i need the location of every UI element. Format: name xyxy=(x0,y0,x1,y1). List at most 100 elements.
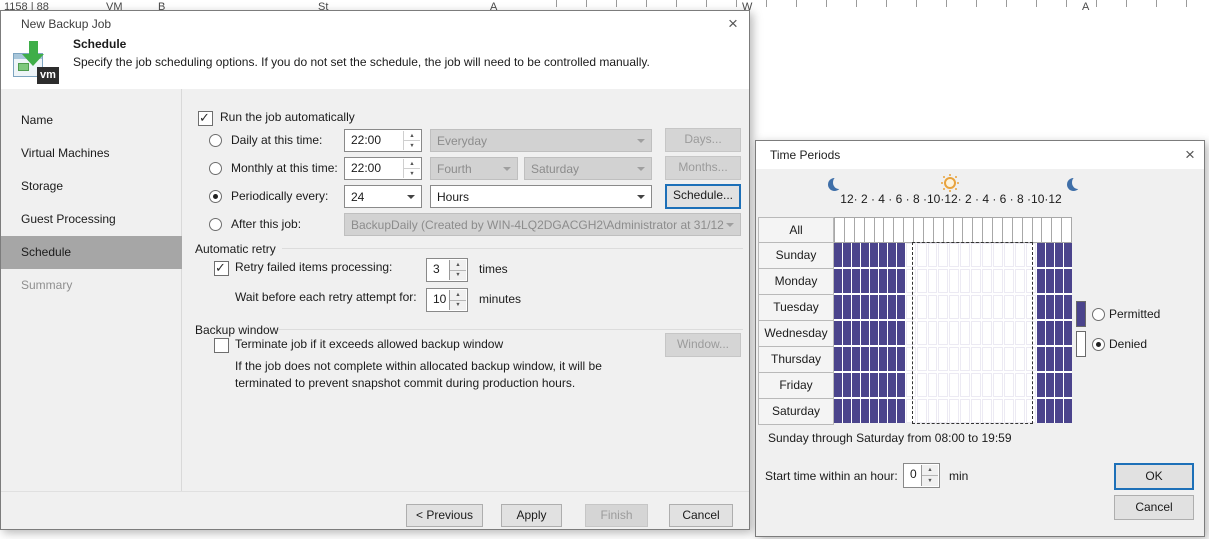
wait-minutes-spinner[interactable]: ▲▼ xyxy=(449,290,466,310)
time-cell[interactable] xyxy=(843,269,851,293)
time-cell[interactable] xyxy=(888,399,896,423)
time-cell[interactable] xyxy=(861,295,869,319)
time-cell[interactable] xyxy=(888,321,896,345)
retry-count-spinner[interactable]: ▲▼ xyxy=(449,260,466,280)
time-cell[interactable] xyxy=(879,321,887,345)
hour-column-button[interactable] xyxy=(835,218,845,242)
time-cell[interactable] xyxy=(843,399,851,423)
time-cell[interactable] xyxy=(834,347,842,371)
hour-column-button[interactable] xyxy=(875,218,885,242)
time-cell[interactable] xyxy=(870,399,878,423)
hour-column-button[interactable] xyxy=(914,218,924,242)
daily-time-input[interactable]: 22:00 ▲▼ xyxy=(344,129,422,152)
hour-column-button[interactable] xyxy=(963,218,973,242)
time-cell[interactable] xyxy=(1055,295,1063,319)
time-cell[interactable] xyxy=(852,295,860,319)
sidebar-item-name[interactable]: Name xyxy=(1,104,182,137)
time-cell[interactable] xyxy=(888,295,896,319)
time-cell[interactable] xyxy=(879,269,887,293)
day-button-tuesday[interactable]: Tuesday xyxy=(758,294,834,321)
cancel-button[interactable]: Cancel xyxy=(669,504,733,527)
hour-column-button[interactable] xyxy=(993,218,1003,242)
finish-button[interactable]: Finish xyxy=(585,504,648,527)
day-button-friday[interactable]: Friday xyxy=(758,372,834,399)
close-icon[interactable]: × xyxy=(1180,145,1200,165)
time-cell[interactable] xyxy=(843,373,851,397)
time-cell[interactable] xyxy=(1046,269,1054,293)
apply-button[interactable]: Apply xyxy=(501,504,562,527)
monthly-weekday-select[interactable]: Saturday xyxy=(524,157,652,180)
day-button-thursday[interactable]: Thursday xyxy=(758,346,834,373)
hour-column-button[interactable] xyxy=(954,218,964,242)
day-button-sunday[interactable]: Sunday xyxy=(758,242,834,269)
time-cell[interactable] xyxy=(1064,243,1072,267)
time-cell[interactable] xyxy=(852,347,860,371)
hour-column-button[interactable] xyxy=(865,218,875,242)
daily-period-select[interactable]: Everyday xyxy=(430,129,652,152)
time-cell[interactable] xyxy=(897,321,905,345)
ok-button[interactable]: OK xyxy=(1114,463,1194,490)
hour-column-button[interactable] xyxy=(973,218,983,242)
time-cell[interactable] xyxy=(897,347,905,371)
all-button[interactable]: All xyxy=(758,217,834,243)
monthly-radio[interactable] xyxy=(209,162,222,175)
permitted-radio[interactable] xyxy=(1092,308,1105,321)
day-button-saturday[interactable]: Saturday xyxy=(758,398,834,425)
time-cell[interactable] xyxy=(1055,347,1063,371)
time-cell[interactable] xyxy=(861,399,869,423)
hour-column-button[interactable] xyxy=(904,218,914,242)
time-cell[interactable] xyxy=(1037,399,1045,423)
day-button-monday[interactable]: Monday xyxy=(758,268,834,295)
time-cell[interactable] xyxy=(1037,373,1045,397)
months-button[interactable]: Months... xyxy=(665,156,741,180)
denied-radio[interactable] xyxy=(1092,338,1105,351)
start-time-spinner[interactable]: ▲▼ xyxy=(921,465,938,486)
time-cell[interactable] xyxy=(879,243,887,267)
time-cell[interactable] xyxy=(1055,269,1063,293)
monthly-week-select[interactable]: Fourth xyxy=(430,157,518,180)
time-cell[interactable] xyxy=(888,243,896,267)
time-cell[interactable] xyxy=(1046,243,1054,267)
time-cell[interactable] xyxy=(1064,321,1072,345)
hour-column-button[interactable] xyxy=(1052,218,1062,242)
after-job-select[interactable]: BackupDaily (Created by WIN-4LQ2DGACGH2\… xyxy=(344,213,741,236)
days-button[interactable]: Days... xyxy=(665,128,741,152)
time-cell[interactable] xyxy=(870,243,878,267)
time-cell[interactable] xyxy=(834,321,842,345)
previous-button[interactable]: < Previous xyxy=(406,504,483,527)
time-cell[interactable] xyxy=(879,399,887,423)
hour-column-button[interactable] xyxy=(924,218,934,242)
wait-minutes-stepper[interactable]: 10 ▲▼ xyxy=(426,288,468,312)
time-cell[interactable] xyxy=(870,269,878,293)
time-cell[interactable] xyxy=(1046,321,1054,345)
time-cell[interactable] xyxy=(1046,295,1054,319)
time-cell[interactable] xyxy=(834,373,842,397)
run-automatically-checkbox[interactable] xyxy=(198,111,213,126)
time-cell[interactable] xyxy=(861,269,869,293)
time-cell[interactable] xyxy=(1055,243,1063,267)
monthly-time-input[interactable]: 22:00 ▲▼ xyxy=(344,157,422,180)
hour-column-button[interactable] xyxy=(894,218,904,242)
time-cell[interactable] xyxy=(888,347,896,371)
time-cell[interactable] xyxy=(861,321,869,345)
time-cell[interactable] xyxy=(879,347,887,371)
hour-column-button[interactable] xyxy=(944,218,954,242)
hour-column-button[interactable] xyxy=(884,218,894,242)
time-cell[interactable] xyxy=(1037,321,1045,345)
time-cell[interactable] xyxy=(1046,373,1054,397)
time-cell[interactable] xyxy=(861,347,869,371)
time-cell[interactable] xyxy=(1055,373,1063,397)
periodically-radio[interactable] xyxy=(209,190,222,203)
time-cell[interactable] xyxy=(852,243,860,267)
time-cell[interactable] xyxy=(888,269,896,293)
hour-column-button[interactable] xyxy=(1013,218,1023,242)
hour-column-button[interactable] xyxy=(983,218,993,242)
close-icon[interactable]: × xyxy=(723,14,743,34)
daily-radio[interactable] xyxy=(209,134,222,147)
time-cell[interactable] xyxy=(852,373,860,397)
retry-count-stepper[interactable]: 3 ▲▼ xyxy=(426,258,468,282)
hour-column-button[interactable] xyxy=(855,218,865,242)
hour-column-button[interactable] xyxy=(934,218,944,242)
start-time-stepper[interactable]: 0 ▲▼ xyxy=(903,463,940,488)
time-cell[interactable] xyxy=(1064,269,1072,293)
